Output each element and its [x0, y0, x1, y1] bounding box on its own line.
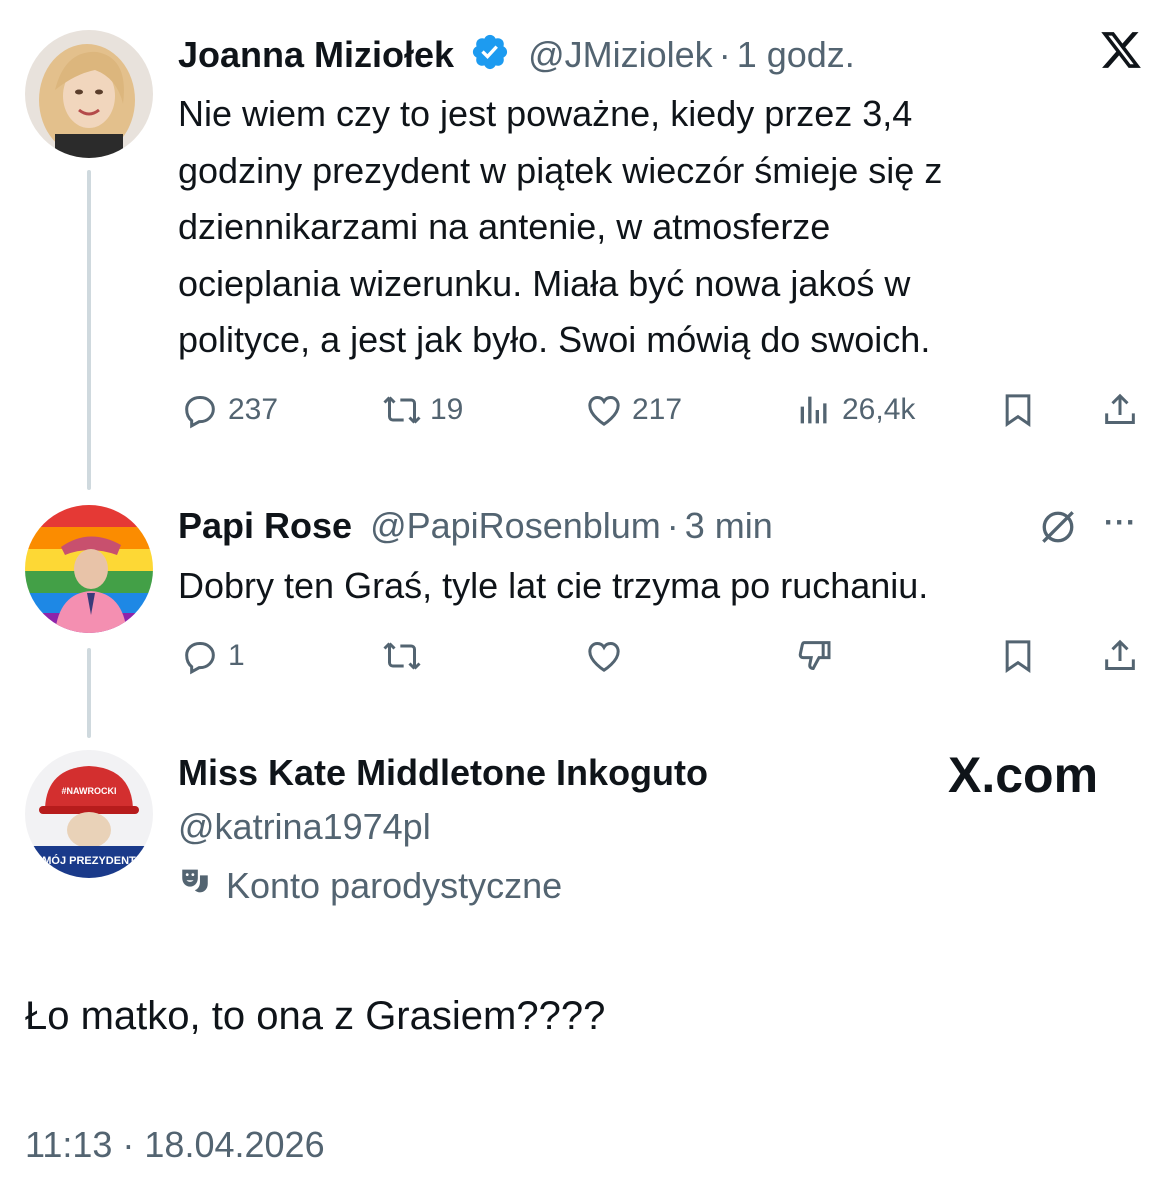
avatar-photo: #NAWROCKI MÓJ PREZYDENT: [25, 750, 153, 878]
repost-button[interactable]: 19: [382, 390, 463, 430]
reply-button[interactable]: 1: [180, 636, 245, 676]
tweet-text: Dobry ten Graś, tyle lat cie trzyma po r…: [178, 565, 929, 606]
tweet-text-line: Nie wiem czy to jest poważne, kiedy prze…: [178, 93, 913, 134]
tweet-text-line: polityce, a jest jak było. Swoi mówią do…: [178, 319, 931, 360]
repost-count: 19: [430, 393, 464, 426]
like-button[interactable]: [584, 636, 624, 676]
tweet-header: Joanna Miziołek @JMiziolek · 1 godz.: [178, 32, 855, 81]
author-name[interactable]: Papi Rose: [178, 505, 352, 546]
reply-icon: [185, 642, 215, 675]
tweet-header: Papi Rose @PapiRosenblum · 3 min: [178, 505, 773, 547]
avatar-kate[interactable]: #NAWROCKI MÓJ PREZYDENT: [25, 750, 153, 878]
separator: ·: [718, 34, 731, 75]
dislike-icon: [798, 641, 831, 671]
like-icon: [588, 641, 620, 672]
tweet-time[interactable]: 1 godz.: [737, 34, 855, 75]
author-handle[interactable]: @JMiziolek: [528, 34, 713, 75]
views-count: 26,4k: [842, 393, 916, 426]
parody-mask-icon: [178, 864, 212, 907]
account-label[interactable]: Konto parodystyczne: [178, 864, 562, 907]
share-button[interactable]: [1100, 636, 1140, 676]
author-handle[interactable]: @PapiRosenblum: [370, 505, 661, 546]
like-count: 217: [632, 393, 683, 426]
tweet-timestamp[interactable]: 11:13 · 18.04.2026: [25, 1124, 325, 1166]
thread-line: [87, 648, 91, 738]
repost-icon: [383, 396, 421, 424]
svg-text:MÓJ PREZYDENT: MÓJ PREZYDENT: [42, 854, 136, 867]
x-logo-icon: [1098, 28, 1144, 77]
share-icon: [1105, 639, 1135, 670]
site-logo-text: X.com: [948, 747, 1099, 803]
reply-button[interactable]: 237: [180, 390, 278, 430]
tweet-text: Nie wiem czy to jest poważne, kiedy prze…: [178, 86, 1138, 369]
avatar-joanna[interactable]: [25, 30, 153, 158]
separator: ·: [666, 505, 679, 546]
bookmark-button[interactable]: [998, 636, 1038, 676]
tweet-text-line: dziennikarzami na antenie, w atmosferze: [178, 206, 831, 247]
bookmark-icon: [1005, 394, 1031, 428]
share-button[interactable]: [1100, 390, 1140, 430]
author-handle[interactable]: @katrina1974pl: [178, 806, 431, 848]
tweet-text-line: ocieplania wizerunku. Miała być nowa jak…: [178, 262, 911, 304]
author-name[interactable]: Miss Kate Middletone Inkoguto: [178, 752, 708, 794]
reply-count: 237: [228, 393, 279, 426]
dislike-button[interactable]: [794, 636, 834, 676]
more-icon[interactable]: ···: [1104, 506, 1137, 540]
thread-line: [87, 170, 91, 490]
avatar-photo: [25, 505, 153, 633]
views-button[interactable]: 26,4k: [794, 390, 915, 430]
main-tweet-text: Ło matko, to ona z Grasiem????: [25, 994, 606, 1038]
tweet-time[interactable]: 3 min: [685, 505, 773, 546]
like-button[interactable]: 217: [584, 390, 682, 430]
grok-icon[interactable]: [1036, 505, 1080, 554]
bookmark-icon: [1005, 640, 1031, 674]
site-logo: X.com: [948, 746, 1098, 804]
reply-count: 1: [228, 639, 245, 672]
repost-button[interactable]: [382, 636, 422, 676]
author-name[interactable]: Joanna Miziołek: [178, 34, 454, 75]
like-icon: [588, 395, 620, 426]
avatar-papi[interactable]: [25, 505, 153, 633]
bookmark-button[interactable]: [998, 390, 1038, 430]
avatar-photo: [25, 30, 153, 158]
views-icon: [800, 396, 827, 424]
repost-icon: [383, 642, 421, 670]
share-icon: [1105, 393, 1135, 424]
verified-badge-icon: [470, 32, 510, 81]
account-label-text: Konto parodystyczne: [226, 864, 563, 906]
tweet-text-line: godziny prezydent w piątek wieczór śmiej…: [178, 149, 943, 191]
reply-icon: [185, 396, 215, 429]
svg-text:#NAWROCKI: #NAWROCKI: [61, 786, 116, 796]
